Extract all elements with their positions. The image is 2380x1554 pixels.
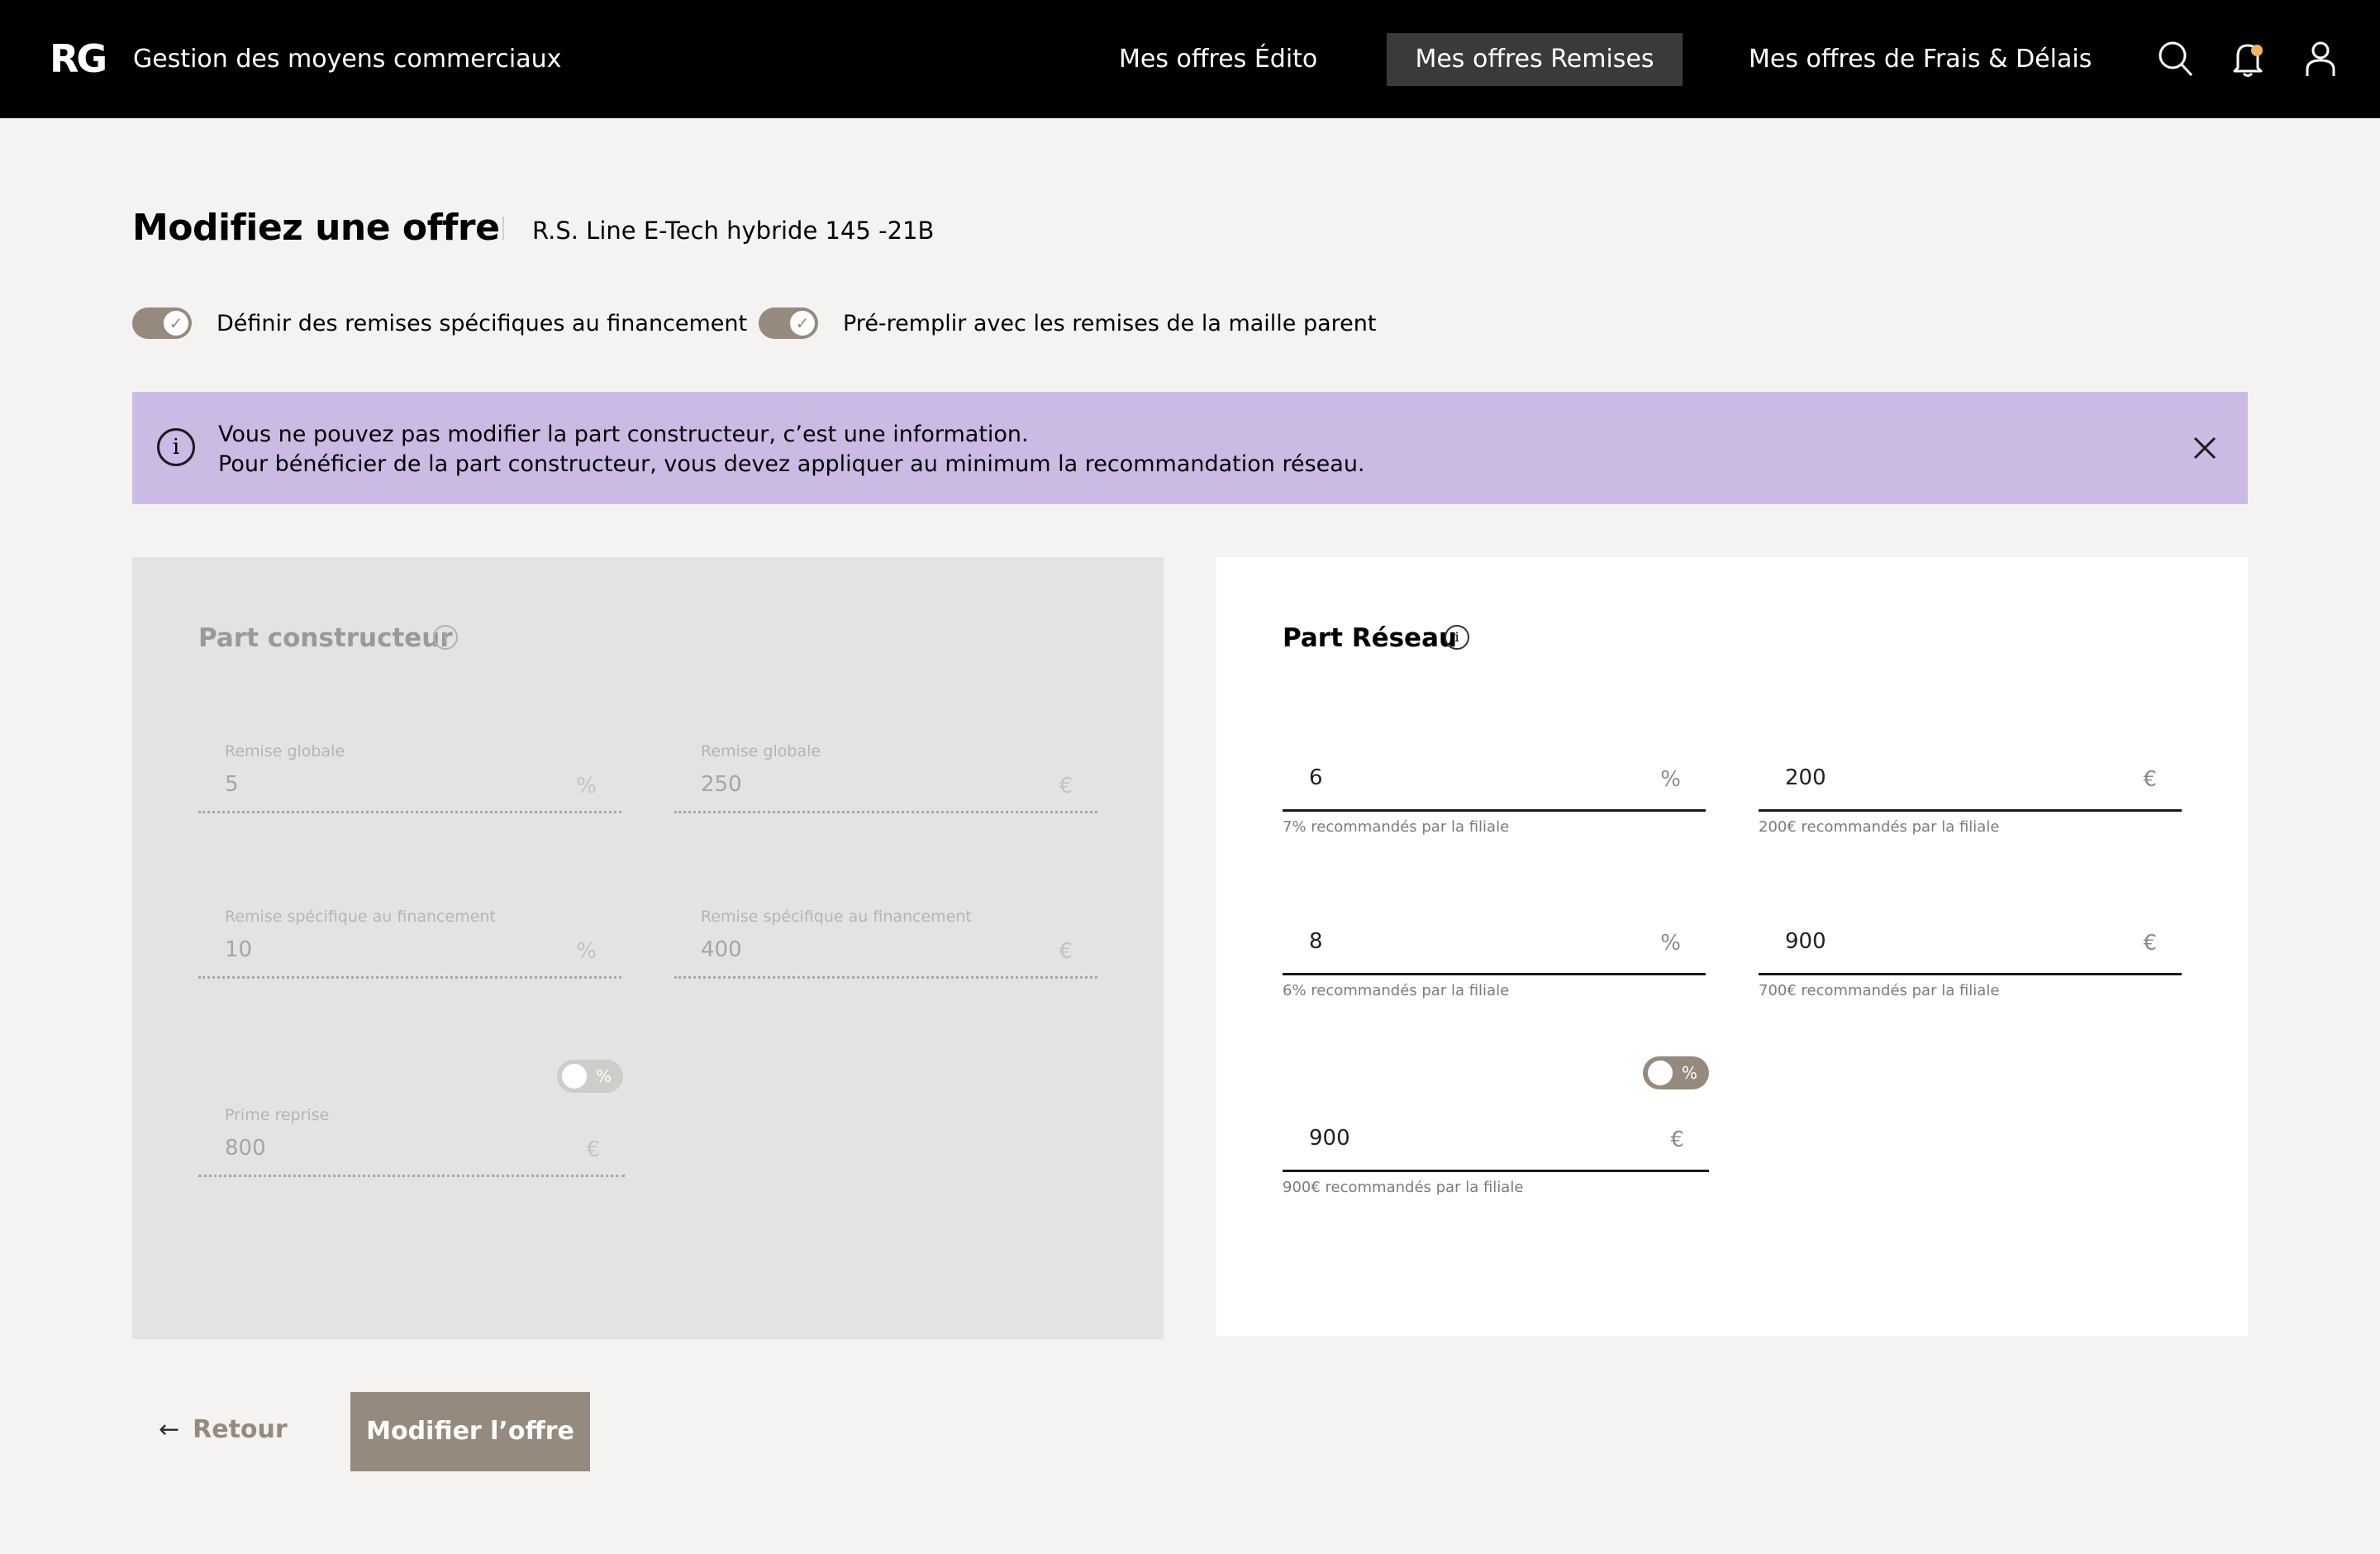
vehicle-name: R.S. Line E-Tech hybride 145 -21B	[532, 217, 935, 245]
logo[interactable]: RG	[50, 36, 107, 81]
constructeur-remise-globale-eur: Remise globale 250 €	[674, 742, 1097, 813]
field-value: 8	[1309, 929, 1323, 954]
reseau-remise-financement-eur-input[interactable]: 900 €	[1759, 918, 2182, 975]
search-icon[interactable]	[2157, 40, 2193, 78]
info-banner: i Vous ne pouvez pas modifier la part co…	[132, 392, 2248, 504]
euro-unit: €	[2143, 767, 2157, 792]
nav-offres-edito[interactable]: Mes offres Édito	[1092, 33, 1344, 86]
info-icon[interactable]: i	[1445, 625, 1469, 650]
toggle-knob	[1648, 1061, 1673, 1085]
field-value: 400	[701, 937, 742, 962]
field-label: Remise globale	[225, 742, 345, 760]
close-icon[interactable]	[2190, 433, 2220, 463]
field-value: 200	[1785, 765, 1826, 790]
arrow-left-icon: ←	[159, 1415, 180, 1444]
back-button[interactable]: ← Retour	[159, 1415, 288, 1444]
toggle-knob	[562, 1064, 587, 1089]
banner-line-1: Vous ne pouvez pas modifier la part cons…	[218, 422, 1029, 447]
notification-dot	[2251, 45, 2263, 56]
info-icon: i	[157, 428, 195, 466]
field-value: 900	[1309, 1126, 1350, 1151]
constructeur-prime-reprise: Prime reprise 800 €	[198, 1106, 625, 1177]
reseau-unit-toggle[interactable]: %	[1643, 1056, 1709, 1089]
panel-title-constructeur: Part constructeur	[198, 623, 453, 653]
reseau-hint: 7% recommandés par la filiale	[1283, 818, 1510, 836]
reseau-remise-globale-pct-input[interactable]: 6 %	[1283, 754, 1706, 812]
euro-unit: €	[1059, 774, 1073, 798]
info-icon[interactable]: i	[433, 625, 458, 650]
reseau-prime-reprise-input[interactable]: 900 €	[1283, 1114, 1709, 1172]
field-label: Remise globale	[701, 742, 821, 760]
field-value: 5	[225, 772, 239, 797]
euro-unit: €	[586, 1137, 600, 1162]
check-icon: ✓	[164, 311, 188, 336]
title-divider	[502, 217, 504, 240]
toggle-pre-remplir[interactable]: ✓	[759, 307, 818, 339]
field-value: 10	[225, 937, 253, 962]
field-value: 800	[225, 1136, 266, 1161]
app-title: Gestion des moyens commerciaux	[133, 45, 562, 74]
toggle-pre-remplir-label: Pré-remplir avec les remises de la maill…	[843, 311, 1377, 336]
percent-unit: %	[1660, 767, 1681, 792]
constructeur-unit-toggle: %	[557, 1060, 623, 1093]
toggle-remises-financement-label: Définir des remises spécifiques au finan…	[217, 311, 748, 336]
field-label: Remise spécifique au financement	[225, 908, 496, 926]
banner-text: Vous ne pouvez pas modifier la part cons…	[218, 420, 1365, 479]
field-label: Remise spécifique au financement	[701, 908, 972, 926]
reseau-remise-financement-pct-input[interactable]: 8 %	[1283, 918, 1706, 975]
bell-icon[interactable]	[2230, 40, 2266, 78]
constructeur-remise-globale-pct: Remise globale 5 %	[198, 742, 621, 813]
panel-title-reseau: Part Réseau	[1283, 623, 1458, 653]
reseau-hint: 700€ recommandés par la filiale	[1759, 982, 2000, 999]
panel-part-reseau: Part Réseau i 6 % 7% recommandés par la …	[1216, 557, 2248, 1336]
modifier-offre-button[interactable]: Modifier l’offre	[350, 1392, 590, 1471]
reseau-hint: 6% recommandés par la filiale	[1283, 982, 1510, 999]
top-bar: RG Gestion des moyens commerciaux Mes of…	[0, 0, 2380, 118]
toggle-remises-financement[interactable]: ✓	[132, 307, 192, 339]
percent-unit: %	[576, 939, 597, 964]
percent-unit: %	[576, 774, 597, 798]
reseau-hint: 200€ recommandés par la filiale	[1759, 818, 2000, 836]
reseau-hint: 900€ recommandés par la filiale	[1283, 1179, 1524, 1196]
panel-part-constructeur: Part constructeur i Remise globale 5 % R…	[132, 557, 1164, 1339]
constructeur-remise-financement-pct: Remise spécifique au financement 10 %	[198, 908, 621, 979]
check-icon: ✓	[790, 311, 815, 336]
field-label: Prime reprise	[225, 1106, 330, 1124]
banner-line-2: Pour bénéficier de la part constructeur,…	[218, 451, 1365, 477]
nav-offres-frais-delais[interactable]: Mes offres de Frais & Délais	[1722, 33, 2118, 86]
page-title: Modifiez une offre	[132, 207, 500, 249]
euro-unit: €	[1059, 939, 1073, 964]
toggle-percent-label: %	[595, 1066, 612, 1086]
user-icon[interactable]	[2302, 40, 2339, 78]
toggle-percent-label: %	[1681, 1063, 1697, 1083]
constructeur-remise-financement-eur: Remise spécifique au financement 400 €	[674, 908, 1097, 979]
nav-offres-remises[interactable]: Mes offres Remises	[1387, 33, 1683, 86]
euro-unit: €	[1670, 1127, 1684, 1152]
back-label: Retour	[193, 1415, 288, 1444]
field-value: 900	[1785, 929, 1826, 954]
field-value: 250	[701, 772, 742, 797]
reseau-remise-globale-eur-input[interactable]: 200 €	[1759, 754, 2182, 812]
euro-unit: €	[2143, 931, 2157, 956]
percent-unit: %	[1660, 931, 1681, 956]
field-value: 6	[1309, 765, 1323, 790]
